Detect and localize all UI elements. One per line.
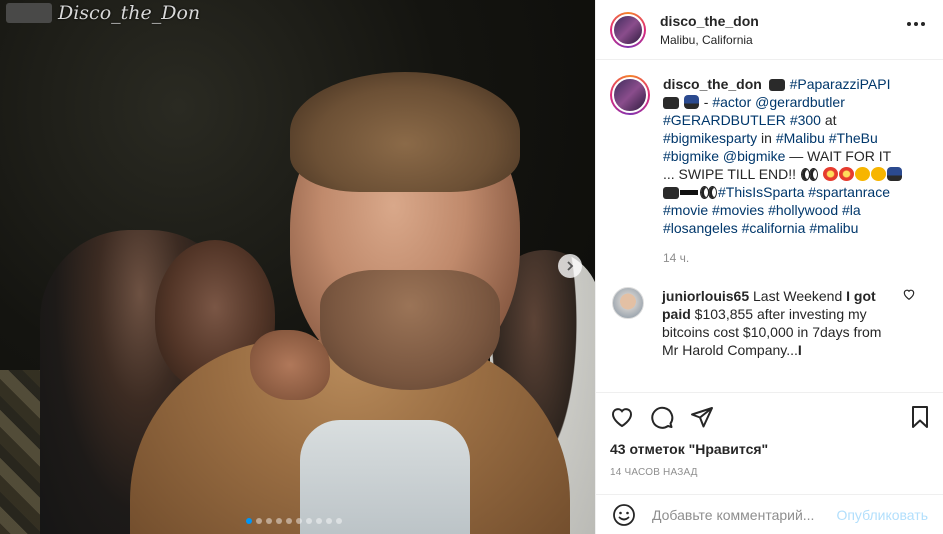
commenter-username[interactable]: juniorlouis65 xyxy=(662,288,749,304)
carousel-dot xyxy=(266,518,272,524)
main-person-hair xyxy=(290,72,520,192)
camera-emoji-icon xyxy=(663,97,679,109)
more-horizontal-icon[interactable] xyxy=(907,22,925,26)
post-header: disco_the_don Malibu, California xyxy=(596,0,943,60)
carousel-dot xyxy=(286,518,292,524)
carousel-dot xyxy=(246,518,252,524)
hashtag-link[interactable]: #movie xyxy=(663,202,708,218)
hashtag-link[interactable]: #bigmike xyxy=(663,148,719,164)
hashtag-link[interactable]: #hollywood xyxy=(768,202,838,218)
bookmark-icon[interactable] xyxy=(908,405,932,429)
sunglasses-emoji-icon xyxy=(680,185,698,199)
person-emoji-icon xyxy=(886,167,902,181)
watermark-text: Disco_the_Don xyxy=(58,2,201,24)
hashtag-link[interactable]: #TheBu xyxy=(829,130,878,146)
add-comment-bar: Опубликовать xyxy=(596,494,943,534)
carousel-dot xyxy=(276,518,282,524)
chevron-right-icon xyxy=(567,261,574,271)
main-person-beard xyxy=(320,270,500,390)
grinning-face-emoji-icon xyxy=(854,167,870,181)
camera-emoji-icon xyxy=(768,79,785,91)
smiley-icon[interactable] xyxy=(612,503,636,527)
publish-button[interactable]: Опубликовать xyxy=(836,507,928,523)
post-actions: 43 отметок "Нравится" 14 ЧАСОВ НАЗАД xyxy=(596,392,943,497)
collision-emoji-icon xyxy=(822,167,838,181)
hashtag-link[interactable]: #california xyxy=(742,220,806,236)
post-location[interactable]: Malibu, California xyxy=(660,33,759,47)
paper-plane-icon[interactable] xyxy=(690,405,714,429)
hashtag-link[interactable]: #PaparazziPAPI xyxy=(790,76,891,92)
post-media[interactable]: Disco_the_Don xyxy=(0,0,595,534)
hashtag-link[interactable]: #movies xyxy=(712,202,764,218)
mention-link[interactable]: @bigmike xyxy=(723,148,785,164)
hashtag-link[interactable]: #actor xyxy=(712,94,751,110)
comments-section[interactable]: disco_the_don #PaparazziPAPI - #actor @g… xyxy=(596,61,943,392)
watermark-logo xyxy=(6,3,52,23)
author-username[interactable]: disco_the_don xyxy=(660,13,759,29)
hand-on-shoulder xyxy=(250,330,330,400)
collision-emoji-icon xyxy=(838,167,854,181)
next-slide-button[interactable] xyxy=(558,254,582,278)
eyes-emoji-icon xyxy=(800,167,818,181)
post-sidebar: disco_the_don Malibu, California disco_t… xyxy=(595,0,943,534)
carousel-dot xyxy=(306,518,312,524)
heart-icon[interactable] xyxy=(610,405,634,429)
post-date[interactable]: 14 ЧАСОВ НАЗАД xyxy=(610,467,932,478)
carousel-dot xyxy=(326,518,332,524)
likes-count[interactable]: 43 отметок "Нравится" xyxy=(610,441,932,457)
squinting-face-emoji-icon xyxy=(870,167,886,181)
caption-username[interactable]: disco_the_don xyxy=(663,76,762,92)
hashtag-link[interactable]: #spartanrace xyxy=(808,184,890,200)
caption-text: disco_the_don #PaparazziPAPI - #actor @g… xyxy=(663,75,903,237)
hashtag-link[interactable]: #bigmikesparty xyxy=(663,130,757,146)
hashtag-link[interactable]: #GERARDBUTLER xyxy=(663,112,786,128)
comment-icon[interactable] xyxy=(650,405,674,429)
carousel-dot xyxy=(316,518,322,524)
author-avatar[interactable] xyxy=(610,11,646,48)
comment-text: juniorlouis65 Last Weekend I got paid $1… xyxy=(662,288,882,358)
carousel-dot xyxy=(296,518,302,524)
comment-input[interactable] xyxy=(652,506,822,523)
hashtag-link[interactable]: #malibu xyxy=(809,220,858,236)
caption-avatar[interactable] xyxy=(610,75,650,115)
commenter-avatar[interactable] xyxy=(612,287,644,319)
hashtag-link[interactable]: #ThisIsSparta xyxy=(718,184,804,200)
mention-link[interactable]: @gerardbutler xyxy=(755,94,845,110)
carousel-indicator xyxy=(246,518,342,524)
post-caption: disco_the_don #PaparazziPAPI - #actor @g… xyxy=(610,75,930,237)
hashtag-link[interactable]: #losangeles xyxy=(663,220,738,236)
carousel-dot xyxy=(256,518,262,524)
watermark: Disco_the_Don xyxy=(6,2,200,24)
comment-item: juniorlouis65 Last Weekend I got paid $1… xyxy=(610,287,930,359)
comment-like-heart-icon[interactable] xyxy=(902,287,916,301)
hashtag-link[interactable]: #Malibu xyxy=(776,130,825,146)
camera-emoji-icon xyxy=(663,187,679,199)
eyes-emoji-icon xyxy=(699,185,717,199)
caption-timestamp: 14 ч. xyxy=(663,251,690,265)
man-emoji-icon xyxy=(683,95,699,109)
t-shirt xyxy=(300,420,470,534)
hashtag-link[interactable]: #la xyxy=(842,202,861,218)
carousel-dot xyxy=(336,518,342,524)
hashtag-link[interactable]: #300 xyxy=(790,112,821,128)
